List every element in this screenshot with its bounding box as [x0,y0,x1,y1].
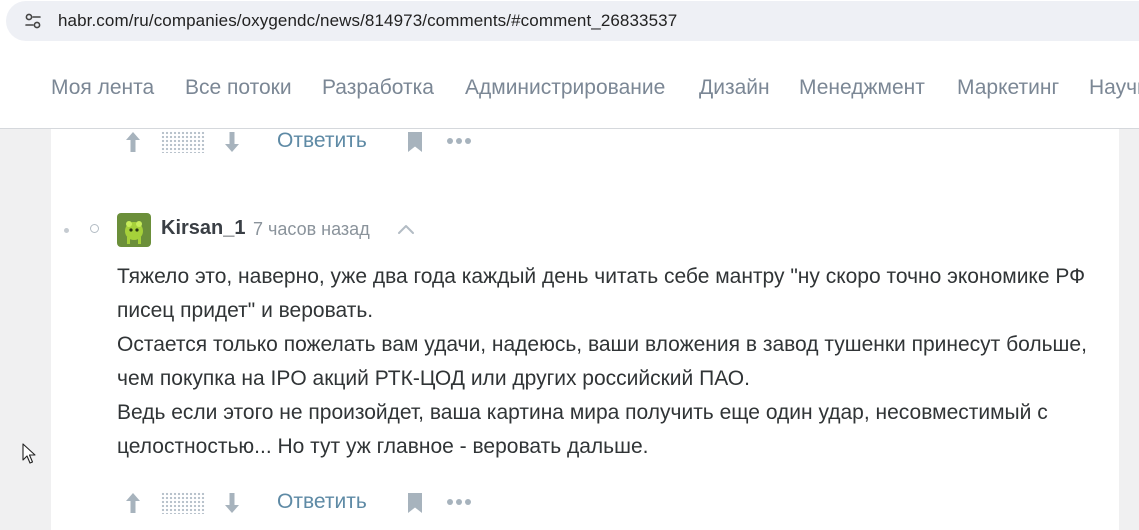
reply-button[interactable]: Ответить [277,490,367,514]
vote-score-hidden [161,492,205,514]
comment-author[interactable]: Kirsan_1 [161,217,246,240]
nav-item-all-flows[interactable]: Все потоки [185,76,292,100]
bookmark-icon[interactable] [407,492,423,514]
bookmark-icon[interactable] [407,131,423,153]
comment-body: Тяжело это, наверно, уже два года каждый… [117,260,1107,464]
url-field[interactable]: habr.com/ru/companies/oxygendc/news/8149… [6,1,1139,41]
comment-paragraph: Тяжело это, наверно, уже два года каждый… [117,265,1086,322]
comment-actions: Ответить [117,487,517,521]
thread-level-dot [64,228,69,233]
downvote-arrow-icon[interactable] [221,490,243,516]
prev-comment-actions: Ответить [117,126,517,160]
comment-paragraph: Остается только пожелать вам удачи, наде… [117,333,1087,390]
reply-button[interactable]: Ответить [277,129,367,153]
thread-parent-ring[interactable] [90,224,99,233]
site-nav: Моя лента Все потоки Разработка Админист… [0,52,1139,129]
comment-timestamp[interactable]: 7 часов назад [253,219,370,240]
nav-item-popsci[interactable]: Научпоп [1089,76,1139,100]
upvote-arrow-icon[interactable] [122,490,144,516]
upvote-arrow-icon[interactable] [122,129,144,155]
browser-address-bar: habr.com/ru/companies/oxygendc/news/8149… [0,0,1139,52]
nav-item-development[interactable]: Разработка [322,76,434,100]
nav-item-marketing[interactable]: Маркетинг [957,76,1059,100]
comment-paragraph: Ведь если этого не произойдет, ваша карт… [117,401,1048,458]
mouse-cursor-icon [22,443,36,464]
chevron-up-icon[interactable] [397,223,415,235]
downvote-arrow-icon[interactable] [221,129,243,155]
more-options-icon[interactable] [446,497,472,507]
nav-item-design[interactable]: Дизайн [699,76,770,100]
nav-item-feed[interactable]: Моя лента [51,76,154,100]
url-text[interactable]: habr.com/ru/companies/oxygendc/news/8149… [58,11,677,31]
nav-item-management[interactable]: Менеджмент [799,76,925,100]
avatar[interactable] [117,213,151,247]
comments-section: Ответить Kirsan_1 7 часов назад Тяжело э… [51,129,1119,530]
vote-score-hidden [161,131,205,153]
nav-item-administration[interactable]: Администрирование [465,76,665,100]
more-options-icon[interactable] [446,136,472,146]
tune-icon[interactable] [24,12,42,30]
